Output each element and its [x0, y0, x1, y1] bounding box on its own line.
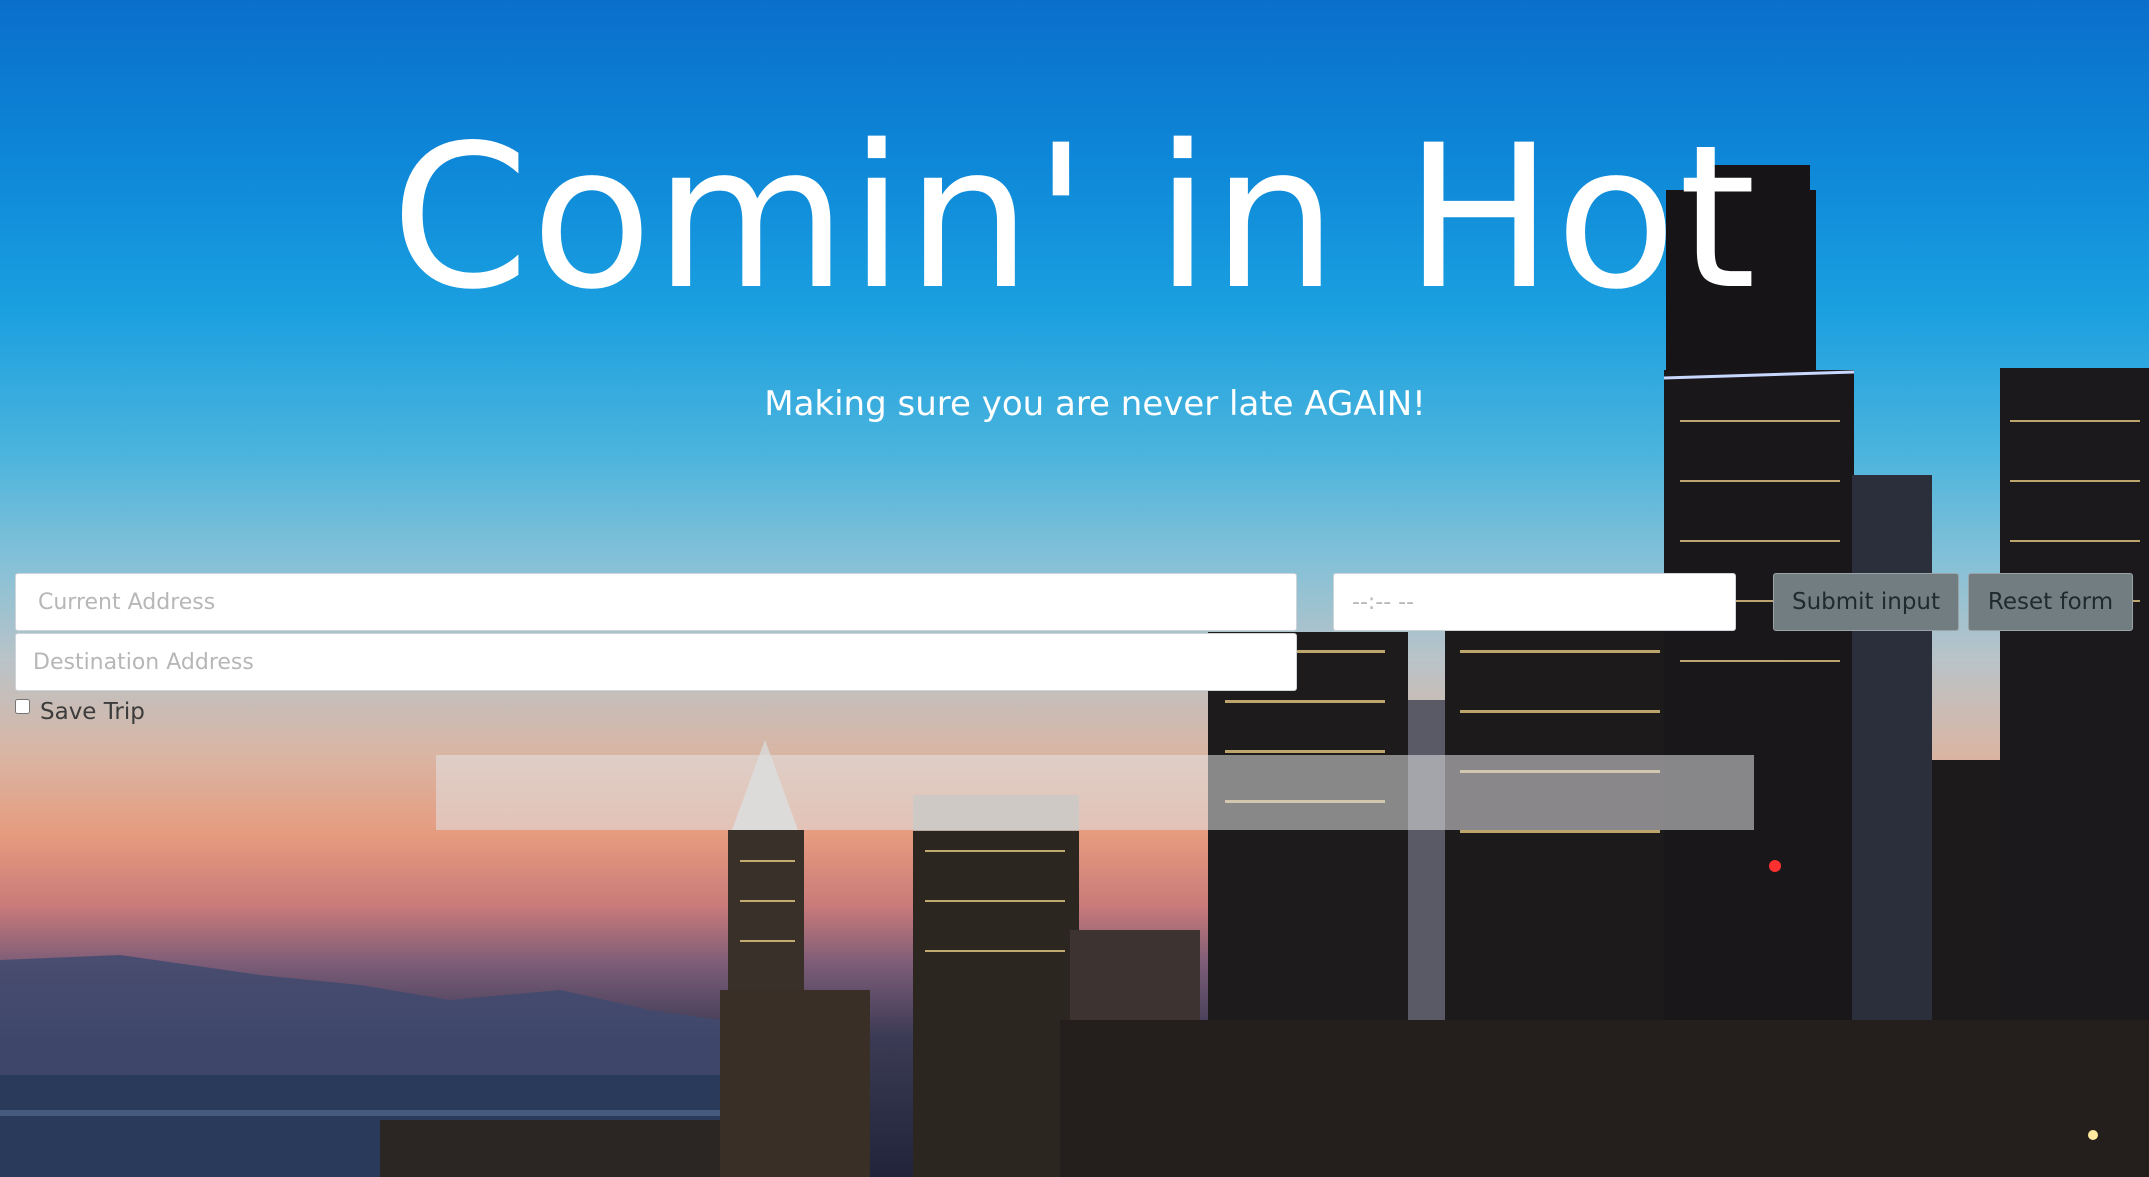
- page-title: Comin' in Hot: [390, 102, 1759, 333]
- submit-input-button[interactable]: Submit input: [1773, 573, 1959, 631]
- page-subtitle: Making sure you are never late AGAIN!: [764, 384, 1426, 424]
- current-address-input[interactable]: [15, 573, 1297, 631]
- destination-address-input[interactable]: [15, 633, 1297, 691]
- save-trip-option[interactable]: Save Trip: [15, 697, 145, 727]
- page-background: Comin' in Hot Making sure you are never …: [0, 0, 2149, 1177]
- arrival-time-input[interactable]: [1333, 573, 1736, 631]
- save-trip-checkbox[interactable]: [15, 698, 30, 714]
- trip-result-panel: [436, 755, 1754, 830]
- save-trip-label: Save Trip: [40, 699, 145, 725]
- reset-form-button[interactable]: Reset form: [1968, 573, 2133, 631]
